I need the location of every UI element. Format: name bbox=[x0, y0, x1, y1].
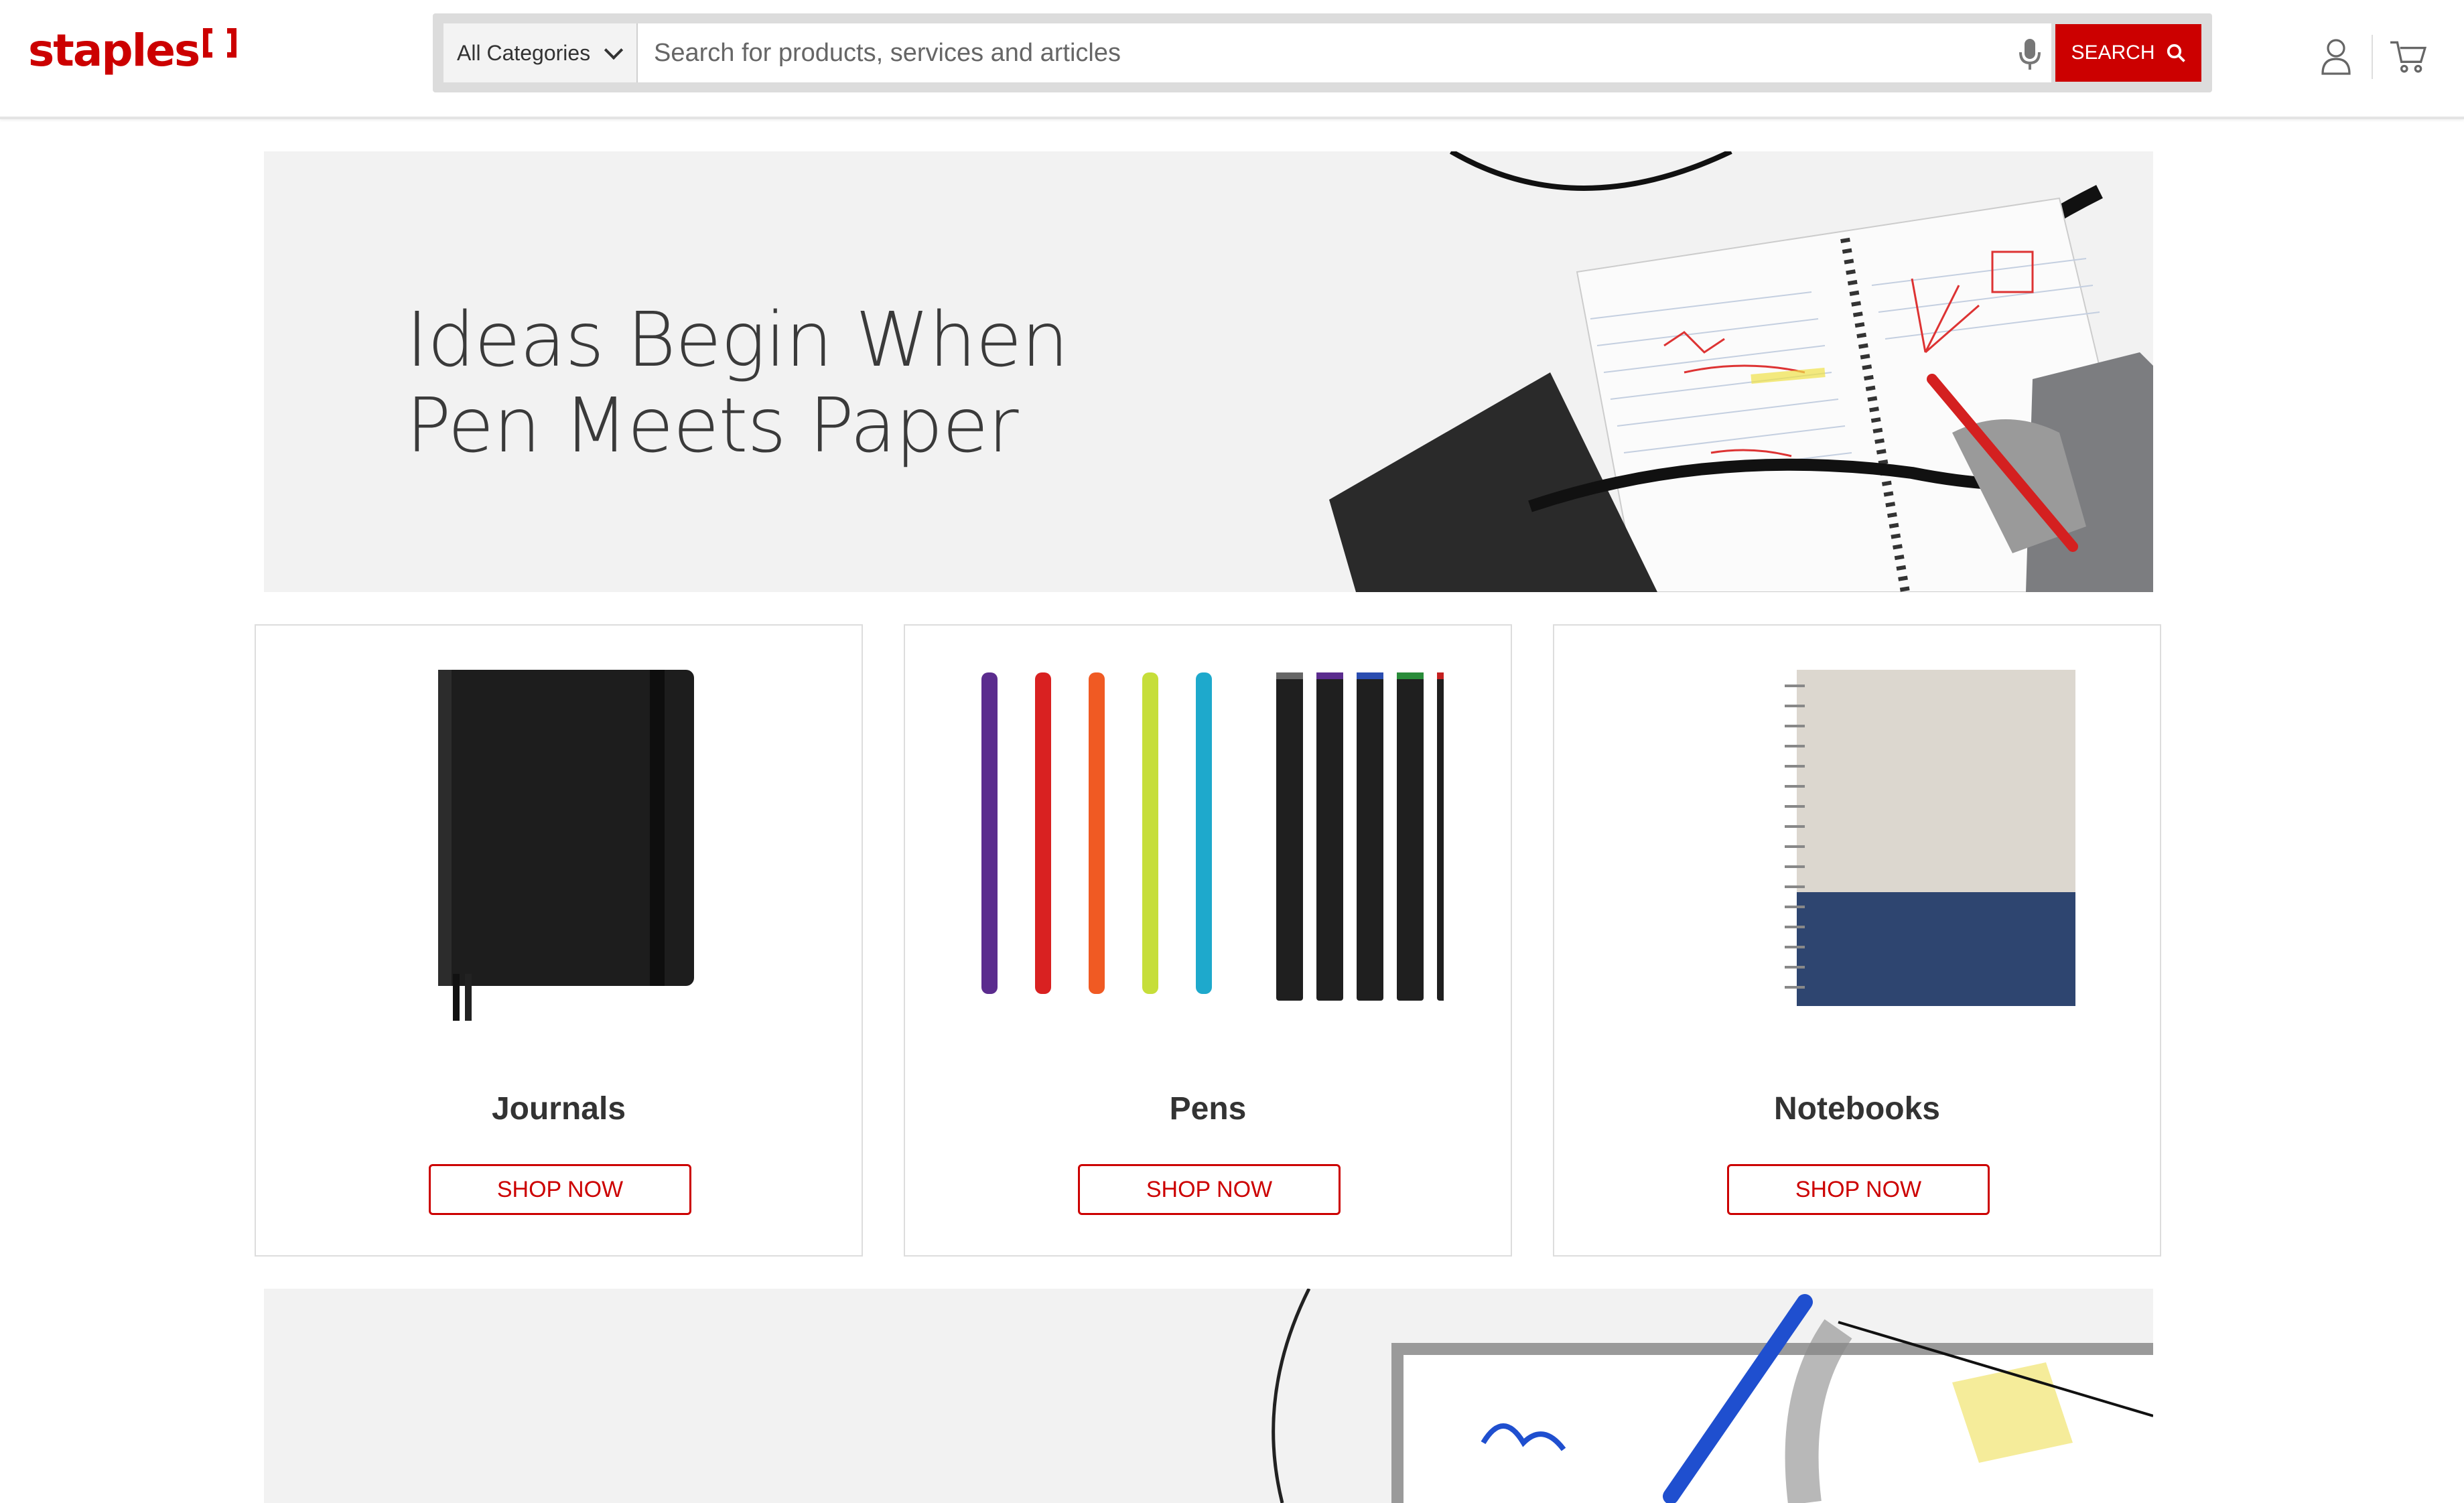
whiteboard-illustration bbox=[1272, 1289, 2153, 1503]
shop-now-button[interactable]: SHOP NOW bbox=[1727, 1164, 1990, 1215]
category-card-journals[interactable]: Journals SHOP NOW bbox=[255, 624, 863, 1257]
hero-title-line1: Ideas Begin When bbox=[406, 297, 1069, 384]
category-card-notebooks[interactable]: Notebooks SHOP NOW bbox=[1553, 624, 2161, 1257]
category-select-label: All Categories bbox=[457, 40, 591, 65]
secondary-banner[interactable] bbox=[264, 1289, 2153, 1503]
card-title: Journals bbox=[491, 1091, 626, 1127]
staples-logo[interactable]: staples bbox=[28, 24, 237, 78]
card-title: Notebooks bbox=[1773, 1091, 1940, 1127]
search-button-label: SEARCH bbox=[2071, 42, 2155, 64]
journal-image bbox=[438, 670, 694, 1021]
search-button[interactable]: SEARCH bbox=[2055, 24, 2201, 82]
category-select[interactable]: All Categories bbox=[443, 23, 638, 82]
logo-bracket-icon bbox=[203, 28, 237, 58]
pens-image bbox=[981, 672, 1444, 1001]
header-divider bbox=[2372, 35, 2373, 79]
card-title: Pens bbox=[1169, 1091, 1247, 1127]
hero-title-line2: Pen Meets Paper bbox=[406, 382, 1019, 470]
shop-now-button[interactable]: SHOP NOW bbox=[1078, 1164, 1341, 1215]
search-bar: All Categories SEARCH bbox=[433, 13, 2212, 92]
cart-icon[interactable] bbox=[2389, 38, 2428, 75]
microphone-icon[interactable] bbox=[2014, 36, 2046, 74]
category-card-pens[interactable]: Pens SHOP NOW bbox=[904, 624, 1512, 1257]
search-icon bbox=[2167, 44, 2185, 62]
shop-now-button[interactable]: SHOP NOW bbox=[429, 1164, 691, 1215]
logo-text: staples bbox=[28, 25, 200, 76]
notebook-image bbox=[1785, 670, 2075, 1006]
chevron-down-icon bbox=[604, 40, 624, 60]
hero-banner[interactable]: Ideas Begin When Pen Meets Paper bbox=[264, 151, 2153, 592]
site-header: staples All Categories SEARCH bbox=[0, 0, 2464, 119]
search-input[interactable] bbox=[638, 23, 2051, 82]
hero-notebook-illustration bbox=[1329, 151, 2153, 592]
account-icon[interactable] bbox=[2319, 38, 2353, 75]
hero-title: Ideas Begin When Pen Meets Paper bbox=[406, 297, 1069, 470]
